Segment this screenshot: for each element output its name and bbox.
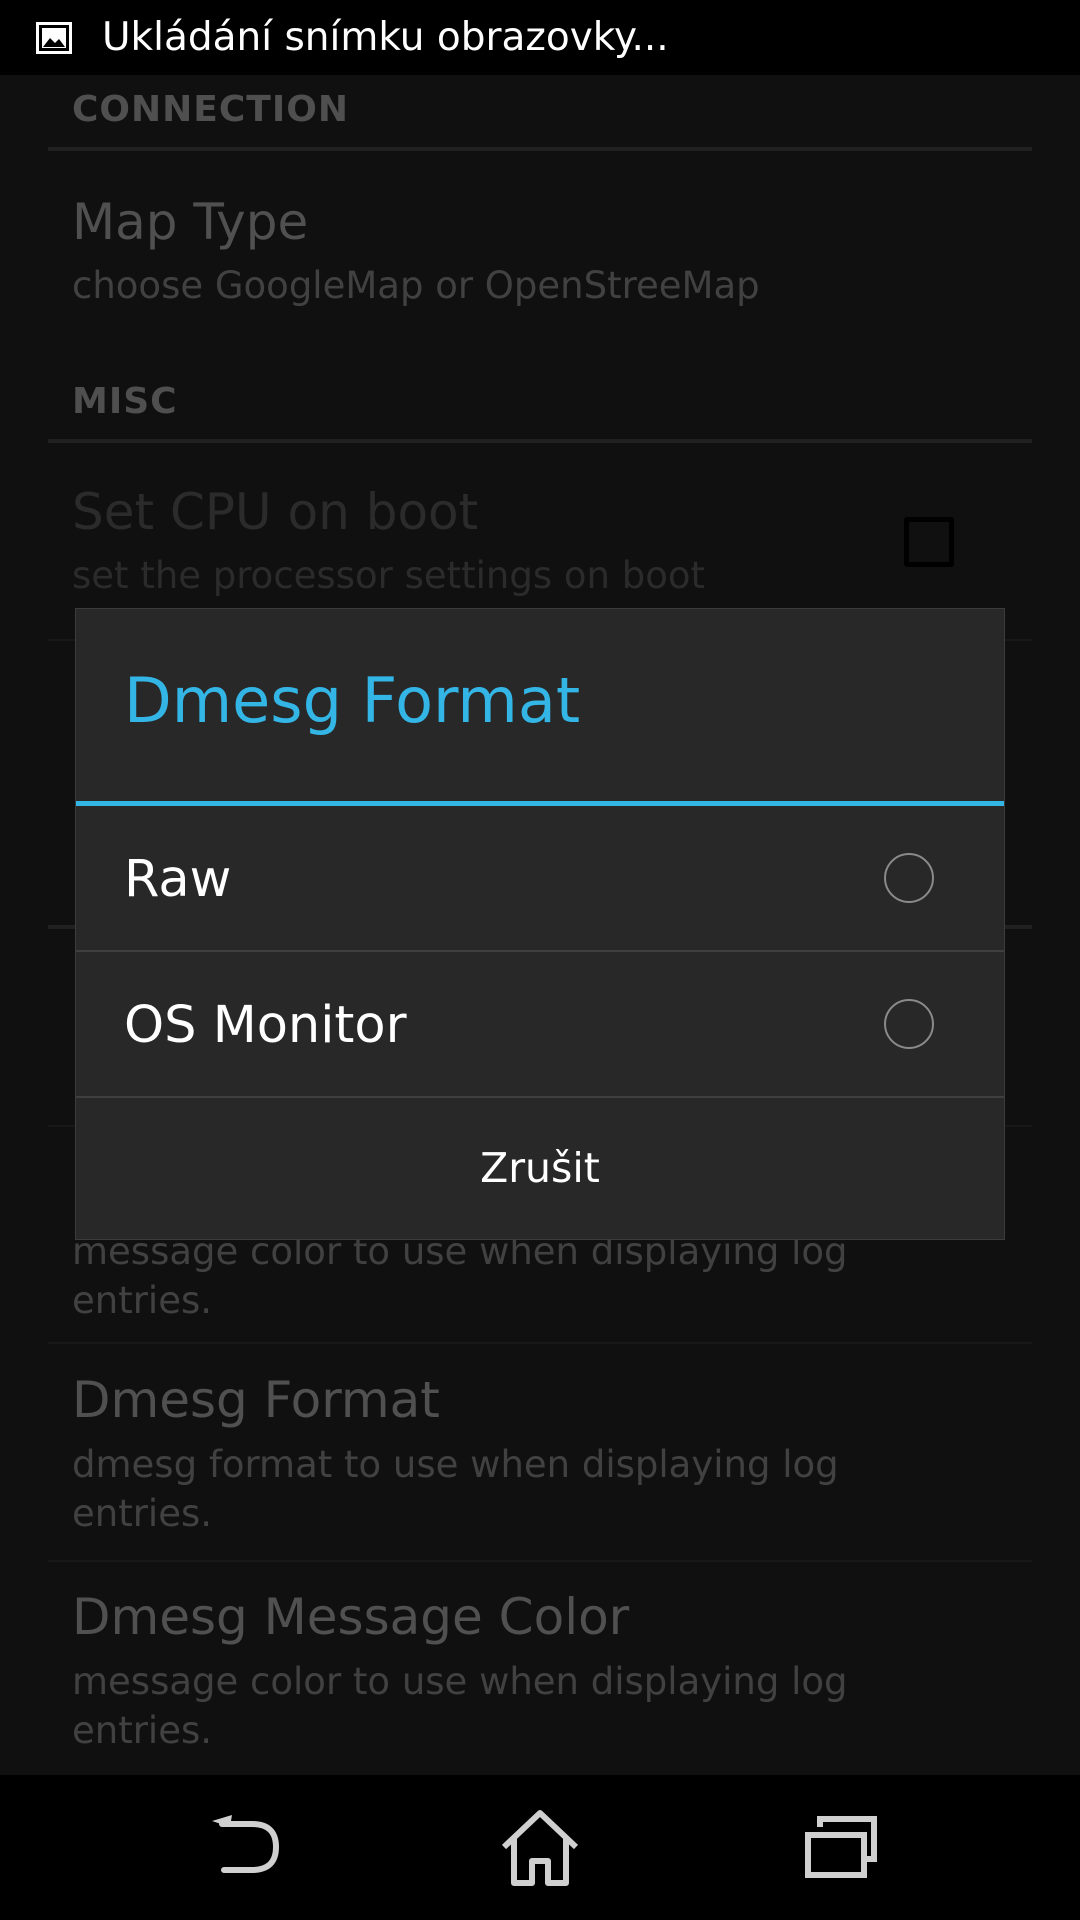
status-bar: Ukládání snímku obrazovky... xyxy=(0,0,1080,75)
option-raw[interactable]: Raw xyxy=(76,806,1004,950)
dmesg-format-dialog: Dmesg Format Raw OS Monitor Zrušit xyxy=(75,608,1005,1240)
navigation-bar xyxy=(0,1775,1080,1920)
image-icon xyxy=(36,21,72,54)
recent-apps-icon[interactable] xyxy=(790,1805,890,1890)
option-label: OS Monitor xyxy=(124,996,407,1055)
notification-text: Ukládání snímku obrazovky... xyxy=(102,15,669,60)
cancel-label: Zrušit xyxy=(480,1144,600,1192)
radio-button[interactable] xyxy=(884,999,934,1049)
cancel-button[interactable]: Zrušit xyxy=(76,1097,1004,1239)
option-label: Raw xyxy=(124,850,232,909)
home-icon[interactable] xyxy=(490,1805,590,1890)
option-os-monitor[interactable]: OS Monitor xyxy=(76,952,1004,1096)
radio-button[interactable] xyxy=(884,853,934,903)
back-icon[interactable] xyxy=(190,1805,290,1890)
dialog-title: Dmesg Format xyxy=(124,664,581,737)
